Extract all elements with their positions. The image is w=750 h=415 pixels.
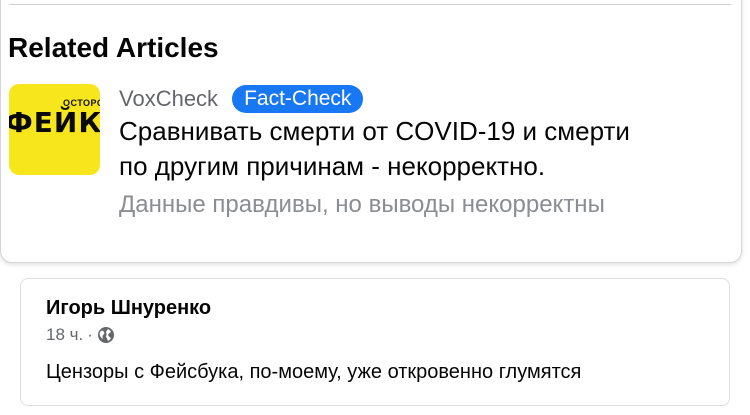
article-headline-line: по другим причинам - некорректно.	[119, 151, 546, 181]
fact-check-badge: Fact-Check	[232, 85, 364, 113]
related-articles-card: Related Articles ОСТОРОЖ ФЕЙКИ VoxCheck …	[0, 0, 742, 263]
post-card: Игорь Шнуренко 18 ч. · Цензоры с Фейсбук…	[20, 278, 730, 406]
post-author[interactable]: Игорь Шнуренко	[46, 295, 211, 321]
article-thumbnail[interactable]: ОСТОРОЖ ФЕЙКИ	[9, 84, 100, 175]
thumbnail-big-text: ФЕЙКИ	[9, 106, 100, 139]
related-article-item[interactable]: ОСТОРОЖ ФЕЙКИ VoxCheck Fact-Check Сравни…	[9, 84, 729, 244]
page: Related Articles ОСТОРОЖ ФЕЙКИ VoxCheck …	[0, 0, 750, 415]
article-headline[interactable]: Сравнивать смерти от COVID-19 и смерти п…	[119, 114, 739, 184]
meta-separator: ·	[87, 325, 93, 344]
post-timestamp[interactable]: 18 ч.	[46, 324, 83, 346]
article-source-row: VoxCheck Fact-Check	[119, 82, 364, 116]
globe-icon[interactable]	[97, 326, 115, 344]
divider	[9, 4, 731, 5]
related-articles-title: Related Articles	[8, 32, 219, 63]
article-headline-line: Сравнивать смерти от COVID-19 и смерти	[119, 116, 630, 146]
article-source[interactable]: VoxCheck	[119, 84, 218, 114]
article-verdict: Данные правдивы, но выводы некорректны	[119, 191, 605, 218]
post-meta: 18 ч. ·	[46, 324, 115, 346]
post-text: Цензоры с Фейсбука, по-моему, уже откров…	[46, 361, 582, 383]
